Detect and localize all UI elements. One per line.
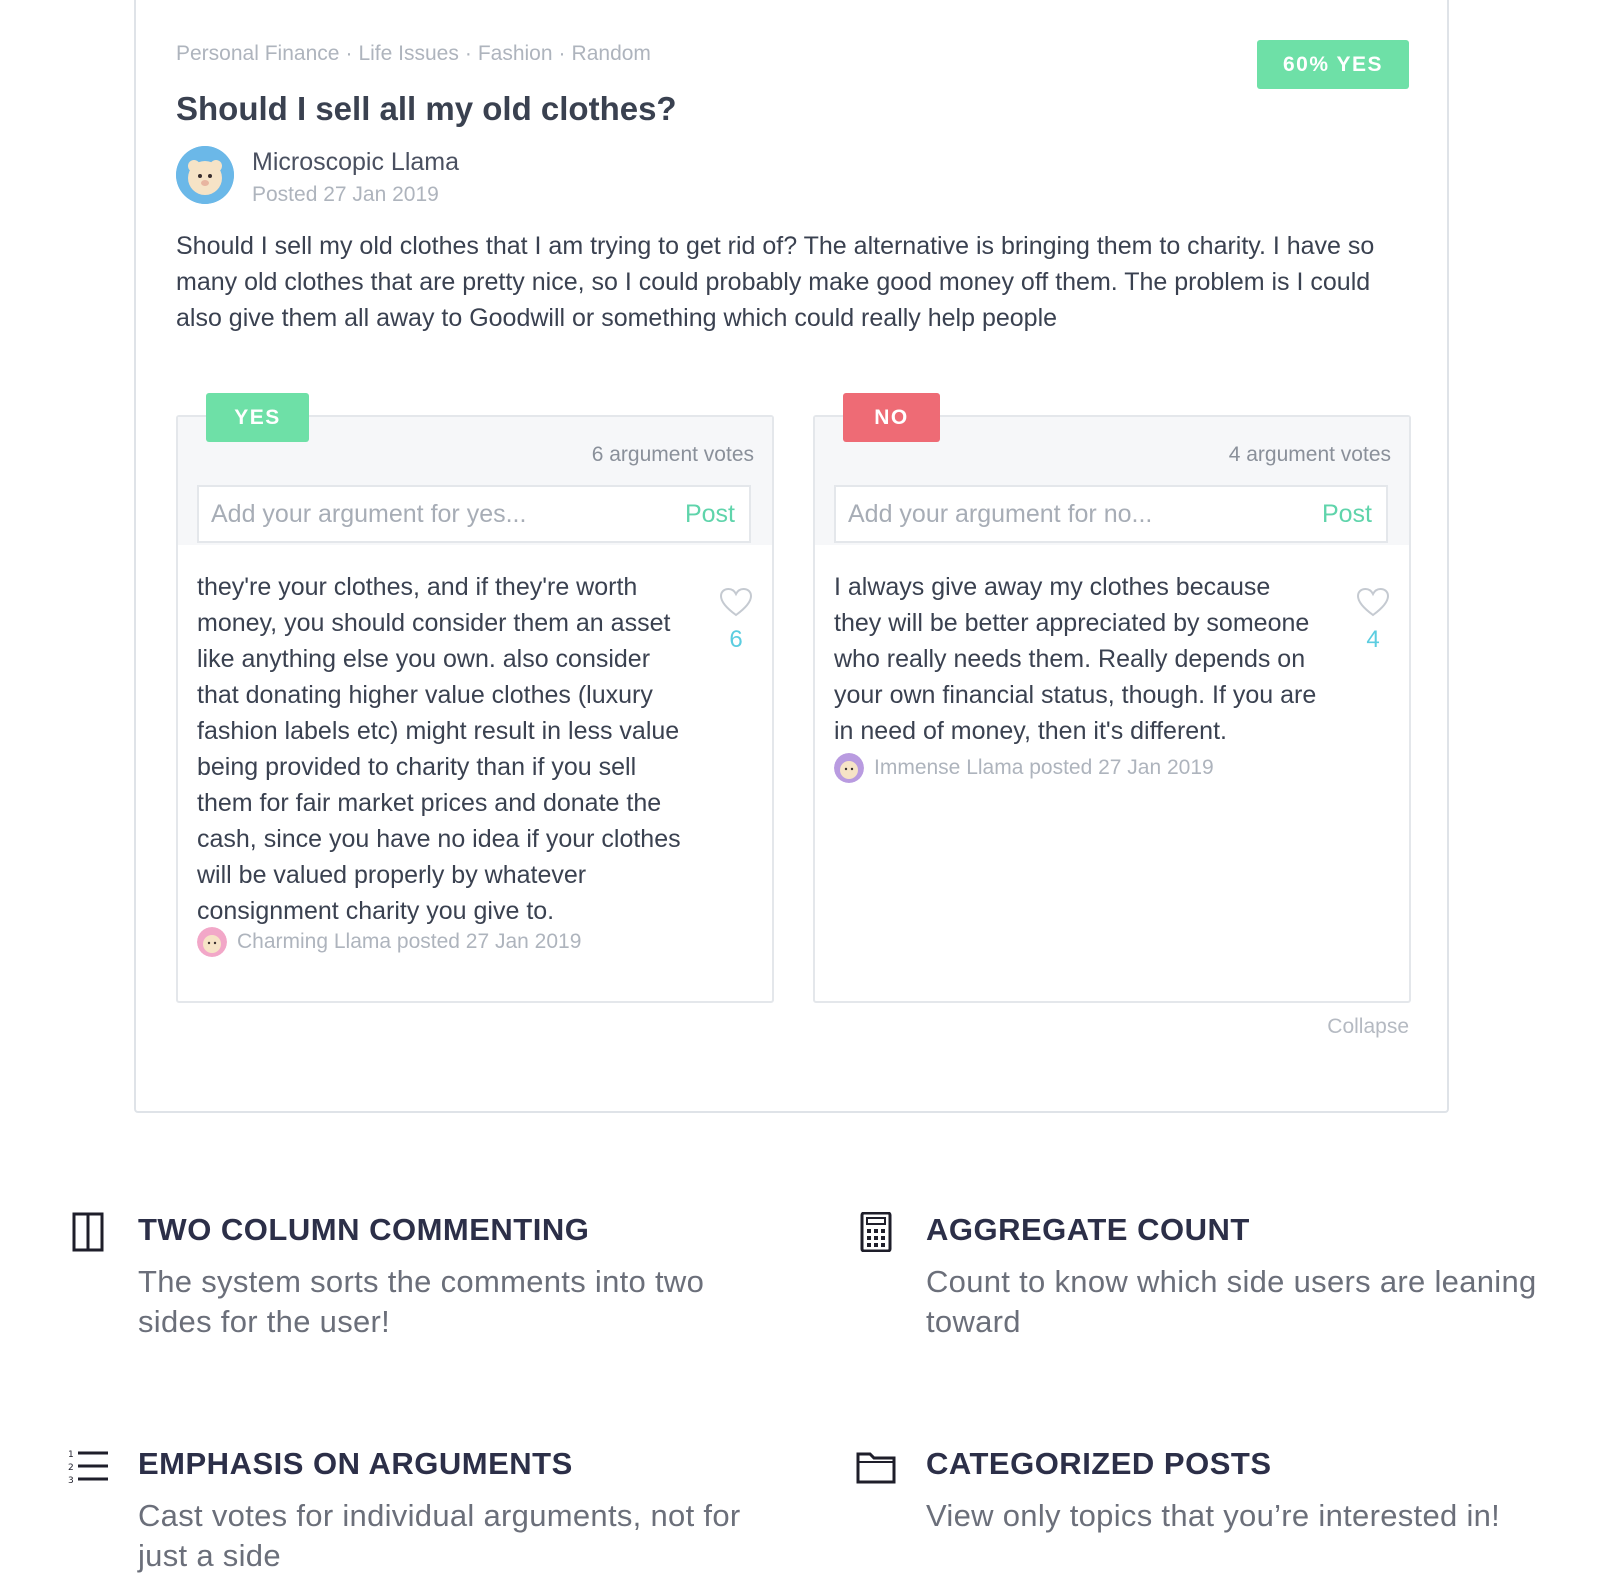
result-badge: 60% YES: [1257, 40, 1409, 89]
argument-avatar[interactable]: [197, 927, 227, 957]
category-link[interactable]: Personal Finance: [176, 42, 339, 65]
yes-argument-input[interactable]: [209, 498, 685, 530]
feature-description: The system sorts the comments into two s…: [138, 1264, 705, 1339]
yes-like-count: 6: [729, 626, 743, 653]
category-link[interactable]: Fashion: [478, 42, 553, 65]
feature-description: Cast votes for individual arguments, not…: [138, 1498, 741, 1573]
argument-avatar[interactable]: [834, 753, 864, 783]
folder-icon: [856, 1452, 896, 1484]
no-argument-input[interactable]: [846, 498, 1322, 530]
feature-title: CATEGORIZED POSTS: [926, 1446, 1272, 1481]
feature-title: AGGREGATE COUNT: [926, 1212, 1250, 1247]
post-card: Personal Finance · Life Issues · Fashion · Ran…: [134, 0, 1449, 1113]
yes-badge: YES: [206, 393, 309, 442]
no-column: NO 4 argument votes Post I always give a…: [813, 393, 1411, 1003]
author-name[interactable]: Microscopic Llama: [252, 148, 459, 177]
llama-avatar-icon: [176, 146, 234, 204]
post-date: Posted 27 Jan 2019: [252, 183, 439, 206]
svg-text:1: 1: [68, 1450, 74, 1460]
no-like-count: 4: [1366, 626, 1380, 653]
category-separator: ·: [558, 42, 566, 65]
no-like: 4: [1355, 587, 1391, 654]
author-avatar[interactable]: [176, 146, 234, 204]
yes-argument-author: Charming Llama posted 27 Jan 2019: [197, 927, 581, 957]
post-title: Should I sell all my old clothes?: [176, 90, 677, 127]
yes-argument-text: they're your clothes, and if they're wor…: [197, 573, 681, 925]
feature-title: TWO COLUMN COMMENTING: [138, 1212, 590, 1247]
category-link[interactable]: Random: [572, 42, 651, 65]
no-argument-text: I always give away my clothes because th…: [834, 573, 1317, 745]
category-breadcrumb: Personal Finance · Life Issues · Fashion · Ran…: [176, 42, 651, 66]
two-column-icon: [72, 1212, 104, 1252]
category-separator: ·: [464, 42, 472, 65]
feature-title: EMPHASIS ON ARGUMENTS: [138, 1446, 573, 1481]
calculator-icon: [860, 1212, 892, 1252]
numbered-list-icon: 1 2 3: [68, 1450, 108, 1486]
yes-post-button[interactable]: Post: [685, 500, 735, 529]
yes-argument-field: Post: [197, 485, 751, 543]
collapse-link[interactable]: Collapse: [1327, 1015, 1409, 1039]
feature-description: Count to know which side users are leani…: [926, 1264, 1537, 1339]
heart-icon[interactable]: [1356, 587, 1390, 617]
no-vote-count: 4 argument votes: [1228, 443, 1391, 466]
no-post-button[interactable]: Post: [1322, 500, 1372, 529]
argument-author-line: Immense Llama posted 27 Jan 2019: [874, 756, 1214, 779]
category-link[interactable]: Life Issues: [358, 42, 458, 65]
svg-text:3: 3: [68, 1476, 74, 1486]
svg-text:2: 2: [68, 1463, 74, 1473]
post-body: Should I sell my old clothes that I am t…: [176, 232, 1375, 332]
llama-avatar-icon: [197, 927, 227, 957]
yes-vote-count: 6 argument votes: [591, 443, 754, 466]
category-separator: ·: [345, 42, 353, 65]
heart-icon[interactable]: [719, 587, 753, 617]
no-badge: NO: [843, 393, 940, 442]
feature-description: View only topics that you’re interested …: [926, 1498, 1501, 1533]
llama-avatar-icon: [834, 753, 864, 783]
argument-author-line: Charming Llama posted 27 Jan 2019: [237, 930, 582, 953]
no-argument-field: Post: [834, 485, 1388, 543]
no-argument-author: Immense Llama posted 27 Jan 2019: [834, 753, 1214, 783]
yes-column: YES 6 argument votes Post they're your c…: [176, 393, 774, 1003]
yes-like: 6: [718, 587, 754, 654]
